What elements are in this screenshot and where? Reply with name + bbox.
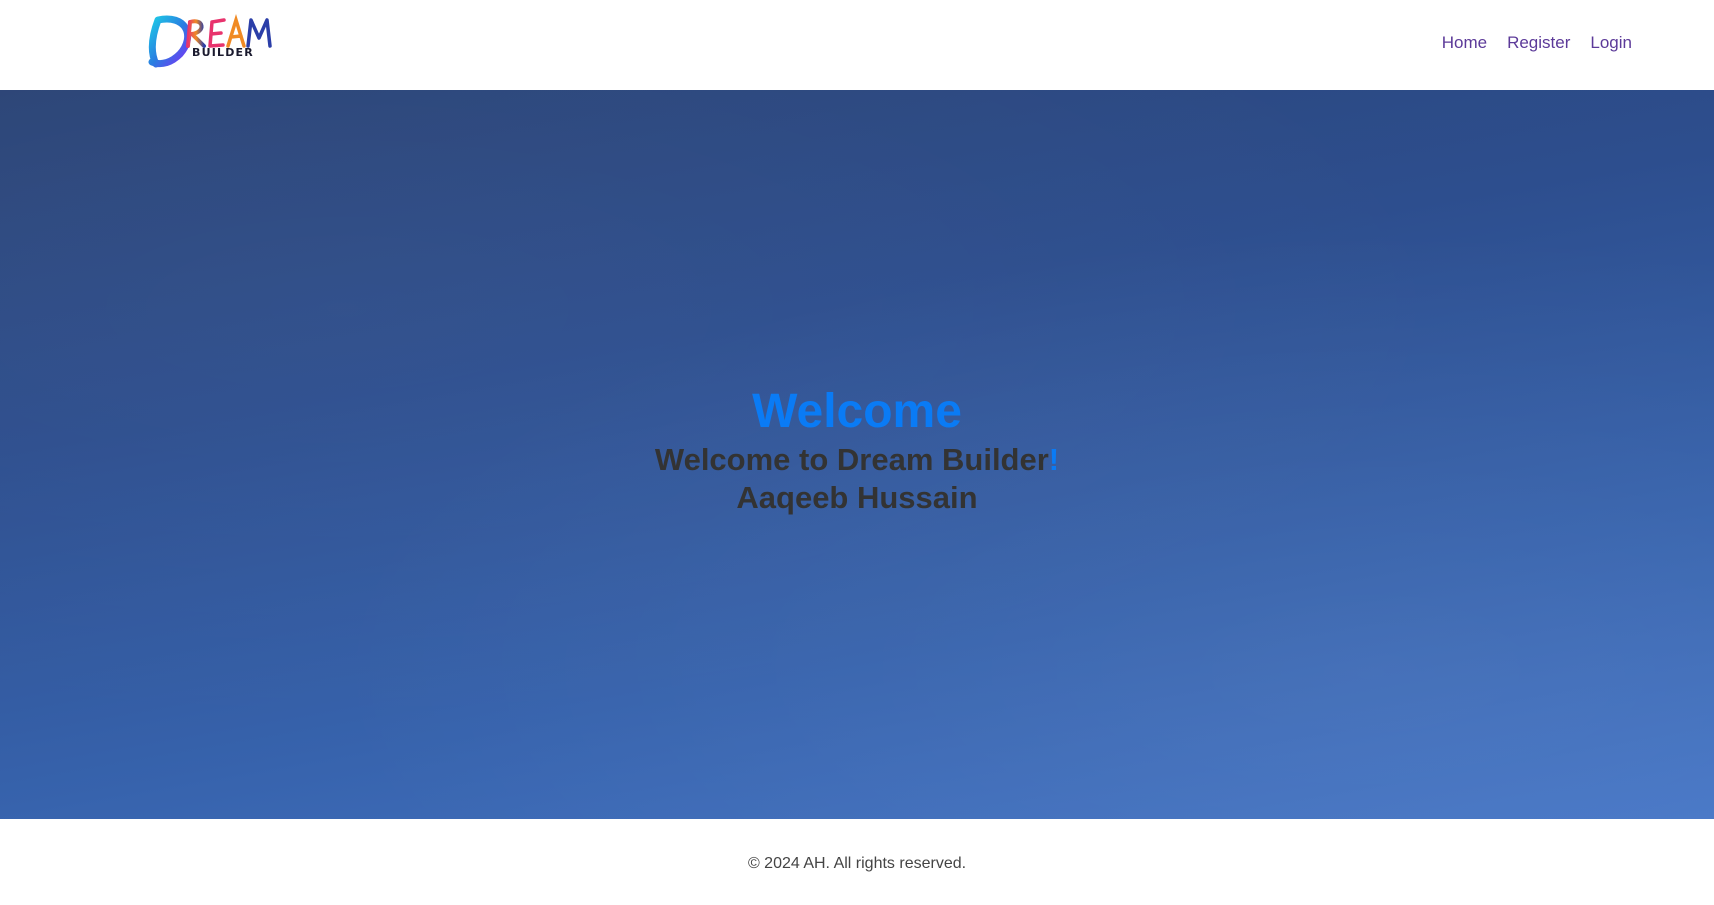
main-nav: Home Register Login <box>1442 33 1632 53</box>
hero-subtitle-text: Welcome to Dream Builder <box>654 441 1049 477</box>
hero-user-name: Aaqeeb Hussain <box>736 479 978 515</box>
dream-builder-logo[interactable]: BUILDER <box>146 6 280 72</box>
site-header: BUILDER Home Register Login <box>0 0 1714 90</box>
hero-content: Welcome Welcome to Dream Builder! Aaqeeb… <box>0 385 1714 517</box>
nav-link-login[interactable]: Login <box>1590 33 1632 53</box>
site-footer: © 2024 AH. All rights reserved. <box>0 819 1714 905</box>
footer-copyright: © 2024 AH. All rights reserved. <box>747 855 967 872</box>
hero-banner: Welcome Welcome to Dream Builder! Aaqeeb… <box>0 90 1714 819</box>
logo-subword: BUILDER <box>192 46 254 59</box>
hero-subtitle: Welcome to Dream Builder! Aaqeeb Hussain <box>0 441 1714 517</box>
nav-link-home[interactable]: Home <box>1442 33 1487 53</box>
nav-link-register[interactable]: Register <box>1507 33 1570 53</box>
logo-graphic <box>148 14 272 68</box>
hero-subtitle-accent: ! <box>1048 441 1060 477</box>
hero-title: Welcome <box>752 385 962 438</box>
